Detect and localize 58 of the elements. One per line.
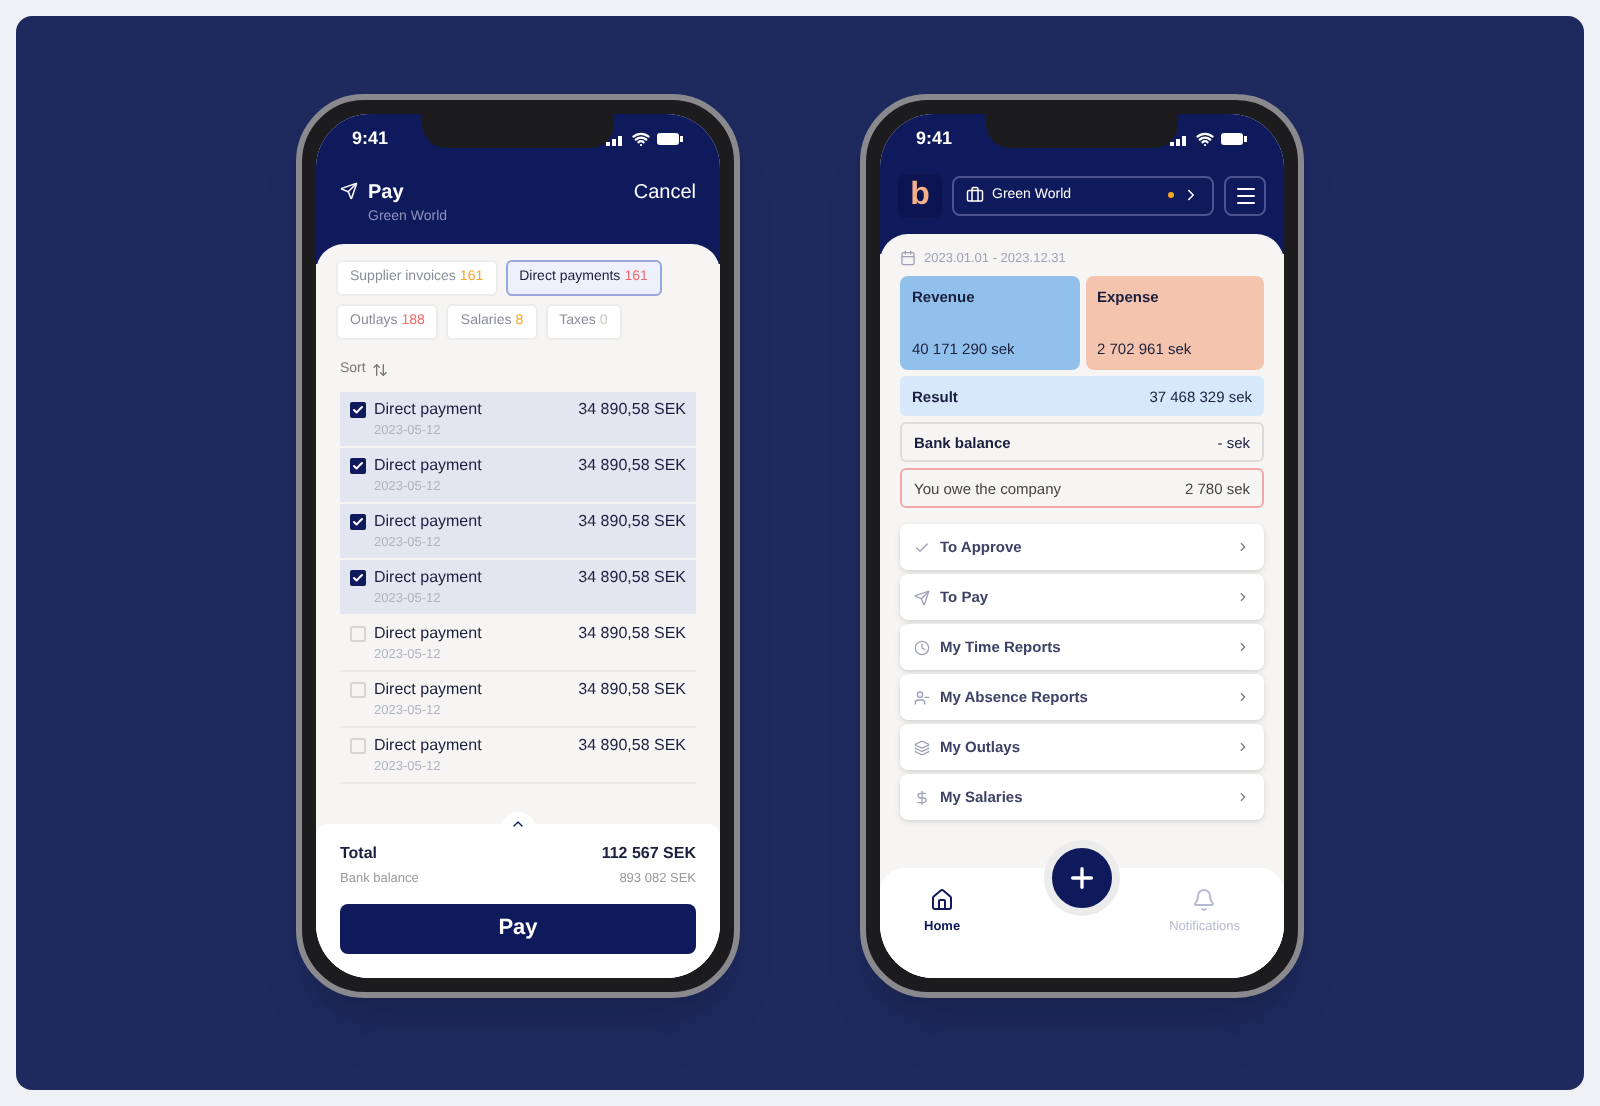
- bell-icon: [1192, 887, 1217, 911]
- payment-title: Direct payment: [374, 565, 482, 589]
- menu-icon: [1233, 183, 1257, 207]
- total-amount: 112 567 SEK: [601, 841, 696, 866]
- signal-icon: [1170, 132, 1190, 146]
- status-time: 9:41: [352, 125, 389, 152]
- checkbox[interactable]: [350, 401, 366, 417]
- app-logo: b: [898, 173, 942, 217]
- checkbox[interactable]: [350, 513, 366, 529]
- check-icon: [914, 539, 930, 556]
- layers-icon: [914, 739, 930, 756]
- chevron-right-icon: [1236, 590, 1250, 605]
- checkbox[interactable]: [350, 681, 366, 697]
- battery-icon: [656, 132, 684, 146]
- checkbox[interactable]: [350, 457, 366, 473]
- total-label: Total: [340, 841, 378, 866]
- chevron-right-icon: [1236, 790, 1250, 805]
- payment-title: Direct payment: [374, 677, 482, 701]
- payment-amount: 34 890,58 SEK: [578, 621, 686, 645]
- checkbox[interactable]: [350, 569, 366, 585]
- checkbox[interactable]: [350, 737, 366, 753]
- pay-button[interactable]: Pay: [340, 903, 696, 953]
- payment-title: Direct payment: [374, 509, 482, 533]
- chevron-right-icon: [1182, 186, 1200, 204]
- clock-icon: [914, 639, 930, 656]
- house-icon: [930, 887, 955, 911]
- calendar-icon: [900, 250, 916, 267]
- payment-amount: 34 890,58 SEK: [578, 397, 686, 421]
- payment-title: Direct payment: [374, 733, 482, 757]
- payment-title: Direct payment: [374, 453, 482, 477]
- payment-title: Direct payment: [374, 397, 482, 421]
- chevron-right-icon: [1236, 690, 1250, 705]
- chevron-right-icon: [1236, 740, 1250, 755]
- payment-amount: 34 890,58 SEK: [578, 565, 686, 589]
- payment-amount: 34 890,58 SEK: [578, 677, 686, 701]
- status-time: 9:41: [916, 125, 953, 152]
- send-icon: [914, 589, 930, 606]
- chevron-right-icon: [1236, 640, 1250, 655]
- add-button[interactable]: [1044, 839, 1120, 915]
- payment-amount: 34 890,58 SEK: [578, 453, 686, 477]
- battery-icon: [1220, 132, 1248, 146]
- payment-amount: 34 890,58 SEK: [578, 509, 686, 533]
- signal-icon: [606, 132, 626, 146]
- checkbox[interactable]: [350, 625, 366, 641]
- send-icon: [340, 181, 358, 199]
- payment-amount: 34 890,58 SEK: [578, 733, 686, 757]
- cancel-link[interactable]: Cancel: [633, 177, 696, 228]
- wifi-icon: [632, 130, 650, 148]
- wifi-icon: [1196, 130, 1214, 148]
- menu-button[interactable]: [1224, 175, 1266, 215]
- screen-title: Pay: [368, 179, 406, 207]
- plus-icon: [1066, 861, 1098, 893]
- payment-title: Direct payment: [374, 621, 482, 645]
- user-minus-icon: [914, 689, 930, 706]
- chevron-right-icon: [1236, 540, 1250, 555]
- briefcase-icon: [966, 186, 984, 204]
- dollar-icon: [914, 789, 930, 806]
- sort-icon[interactable]: [371, 362, 388, 379]
